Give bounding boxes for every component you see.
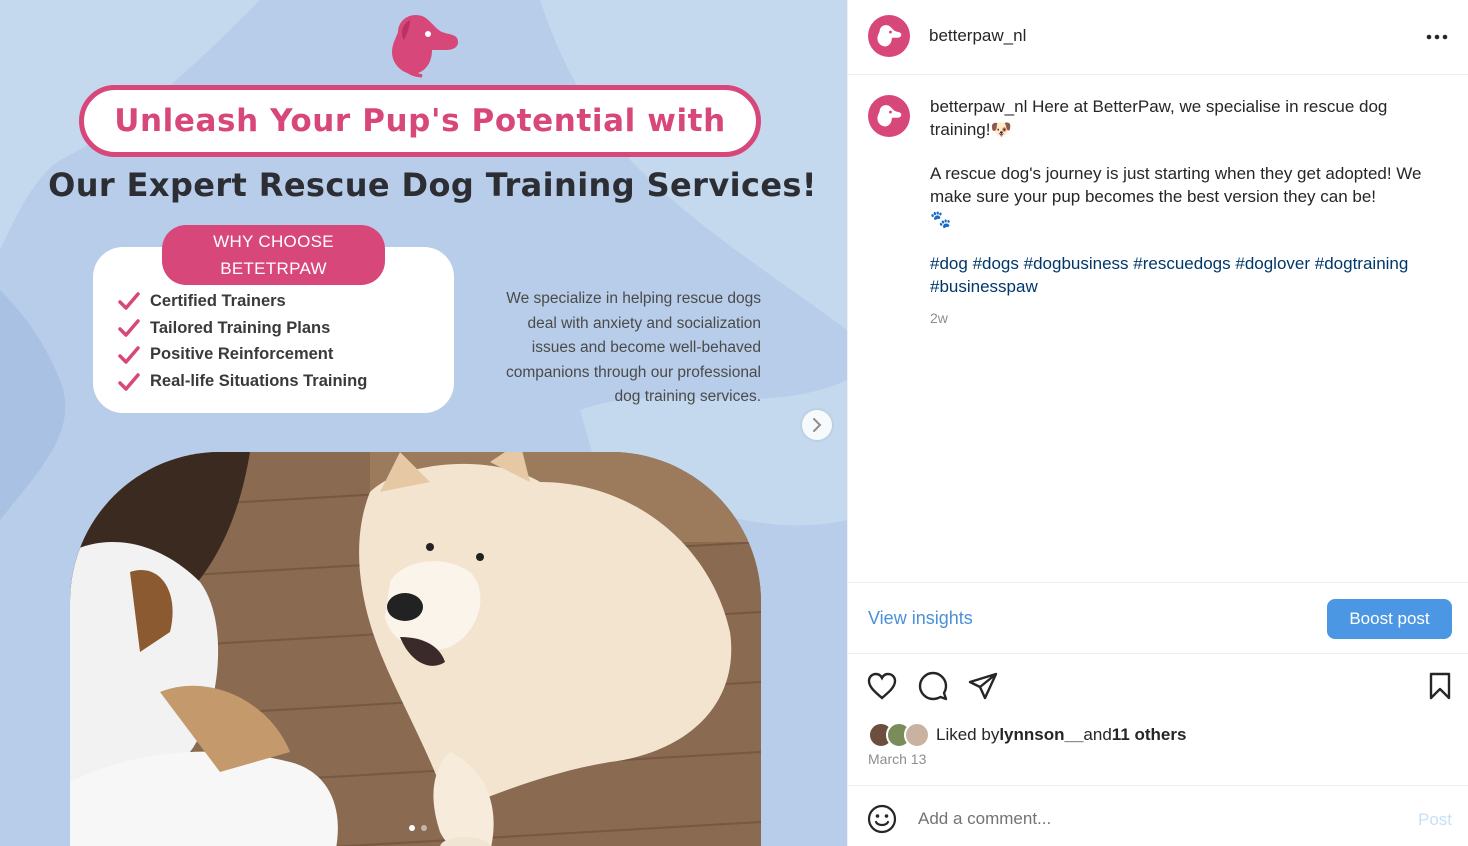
avatar[interactable]: [868, 15, 910, 57]
likes-others-link[interactable]: 11 others: [1112, 725, 1187, 745]
header-username[interactable]: betterpaw_nl: [929, 26, 1026, 46]
caption-time-ago: 2w: [930, 310, 948, 326]
view-insights-link[interactable]: View insights: [868, 608, 973, 629]
caption-text: A rescue dog's journey is just starting …: [930, 164, 1422, 206]
betterpaw-logo-icon: [877, 105, 902, 127]
post-media: Unleash Your Pup's Potential with Our Ex…: [0, 0, 847, 846]
hashtag-link[interactable]: #dogbusiness: [1024, 254, 1129, 273]
description-line: issues and become well-behaved: [531, 339, 761, 356]
checkmark-icon: [118, 319, 140, 337]
caption-paragraph-2: A rescue dog's journey is just starting …: [930, 162, 1440, 231]
dog-photo-illustration: [70, 452, 761, 846]
save-button[interactable]: [1422, 666, 1458, 706]
hashtag-link[interactable]: #rescuedogs: [1133, 254, 1230, 273]
why-item-label: Certified Trainers: [150, 291, 286, 310]
why-title-line2: BETETRPAW: [220, 259, 327, 278]
post-comment-button[interactable]: Post: [1418, 810, 1452, 830]
share-button[interactable]: [965, 666, 1001, 706]
hashtag-link[interactable]: #dog: [930, 254, 968, 273]
more-horizontal-icon: [1426, 34, 1448, 40]
caption-paragraph-1: betterpaw_nl Here at BetterPaw, we speci…: [930, 95, 1440, 141]
likes-middle: and: [1083, 725, 1112, 744]
description-line: dog training services.: [614, 388, 761, 405]
headline-banner: Unleash Your Pup's Potential with: [79, 85, 761, 157]
dog-face-emoji-icon: 🐶: [990, 120, 1012, 139]
why-choose-list: Certified Trainers Tailored Training Pla…: [118, 288, 367, 395]
insights-bar: View insights Boost post: [848, 582, 1468, 654]
chevron-right-icon: [813, 418, 822, 432]
liker-avatars: [868, 722, 932, 748]
carousel-dot: [421, 825, 427, 831]
likes-summary: Liked by lynnson__ and 11 others: [868, 721, 1186, 749]
description-line: We specialize in helping rescue dogs: [506, 290, 761, 307]
why-item-label: Real-life Situations Training: [150, 372, 368, 391]
smiley-icon[interactable]: [866, 803, 898, 835]
hashtag-link[interactable]: #businesspaw: [930, 277, 1038, 296]
hashtag-link[interactable]: #dogtraining: [1315, 254, 1409, 273]
carousel-next-button[interactable]: [802, 410, 832, 440]
caption-username[interactable]: betterpaw_nl: [930, 97, 1027, 116]
boost-post-button[interactable]: Boost post: [1327, 599, 1452, 639]
comment-button[interactable]: [915, 666, 951, 706]
comment-icon: [918, 671, 948, 701]
headline-line2: Our Expert Rescue Dog Training Services!: [48, 166, 817, 204]
betterpaw-logo-icon: [877, 25, 902, 47]
headline-line1: Unleash Your Pup's Potential with: [114, 103, 726, 139]
liker-username[interactable]: lynnson__: [999, 725, 1083, 745]
likes-prefix: Liked by: [936, 725, 1000, 744]
post-caption: betterpaw_nl Here at BetterPaw, we speci…: [930, 95, 1440, 330]
list-item: Certified Trainers: [118, 288, 367, 315]
why-title-line1: WHY CHOOSE: [213, 232, 334, 251]
post-sidebar: betterpaw_nl betterpaw_nl Here at Better…: [847, 0, 1468, 846]
hashtag-list: #dog #dogs #dogbusiness #rescuedogs #dog…: [930, 252, 1440, 298]
comment-bar: Post: [848, 785, 1468, 846]
carousel-indicator: [409, 825, 427, 831]
list-item: Tailored Training Plans: [118, 315, 367, 342]
like-button[interactable]: [864, 666, 900, 706]
dog-training-photo: [70, 452, 761, 846]
more-options-button[interactable]: [1424, 24, 1450, 50]
post-date: March 13: [868, 751, 927, 767]
post-header: betterpaw_nl: [848, 0, 1468, 75]
list-item: Real-life Situations Training: [118, 368, 367, 395]
post-actions: [848, 666, 1468, 706]
caption-avatar[interactable]: [868, 95, 910, 137]
heart-icon: [867, 672, 897, 700]
avatar: [904, 722, 930, 748]
paw-prints-emoji-icon: 🐾: [930, 210, 952, 229]
why-item-label: Tailored Training Plans: [150, 318, 331, 337]
betterpaw-logo-icon: [392, 14, 458, 78]
hashtag-link[interactable]: #dogs: [973, 254, 1019, 273]
checkmark-icon: [118, 373, 140, 391]
description-line: deal with anxiety and socialization: [527, 314, 762, 332]
bookmark-icon: [1429, 672, 1451, 700]
checkmark-icon: [118, 346, 140, 364]
comment-input[interactable]: [918, 804, 1388, 834]
checkmark-icon: [118, 292, 140, 311]
hashtag-link[interactable]: #doglover: [1235, 254, 1310, 273]
carousel-dot-active: [409, 825, 415, 831]
list-item: Positive Reinforcement: [118, 342, 367, 369]
service-description: We specialize in helping rescue dogs dea…: [462, 287, 761, 410]
why-item-label: Positive Reinforcement: [150, 345, 334, 364]
description-line: companions through our professional: [505, 363, 761, 381]
share-icon: [968, 672, 998, 700]
why-choose-title: WHY CHOOSE BETETRPAW: [162, 225, 385, 285]
